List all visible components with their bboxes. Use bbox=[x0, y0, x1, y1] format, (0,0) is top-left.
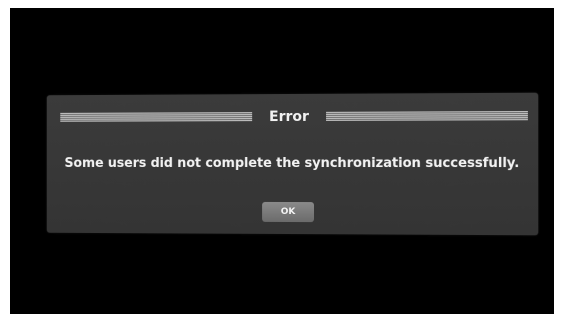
title-divider-right bbox=[326, 111, 528, 121]
error-dialog: Error Some users did not complete the sy… bbox=[46, 92, 539, 236]
dialog-title-bar: Error bbox=[47, 107, 538, 129]
error-message: Some users did not complete the synchron… bbox=[64, 155, 520, 172]
vr-screen: Error Some users did not complete the sy… bbox=[10, 8, 554, 314]
ok-button[interactable]: OK bbox=[262, 201, 315, 223]
dialog-title: Error bbox=[269, 108, 309, 126]
title-divider-left bbox=[60, 112, 253, 122]
